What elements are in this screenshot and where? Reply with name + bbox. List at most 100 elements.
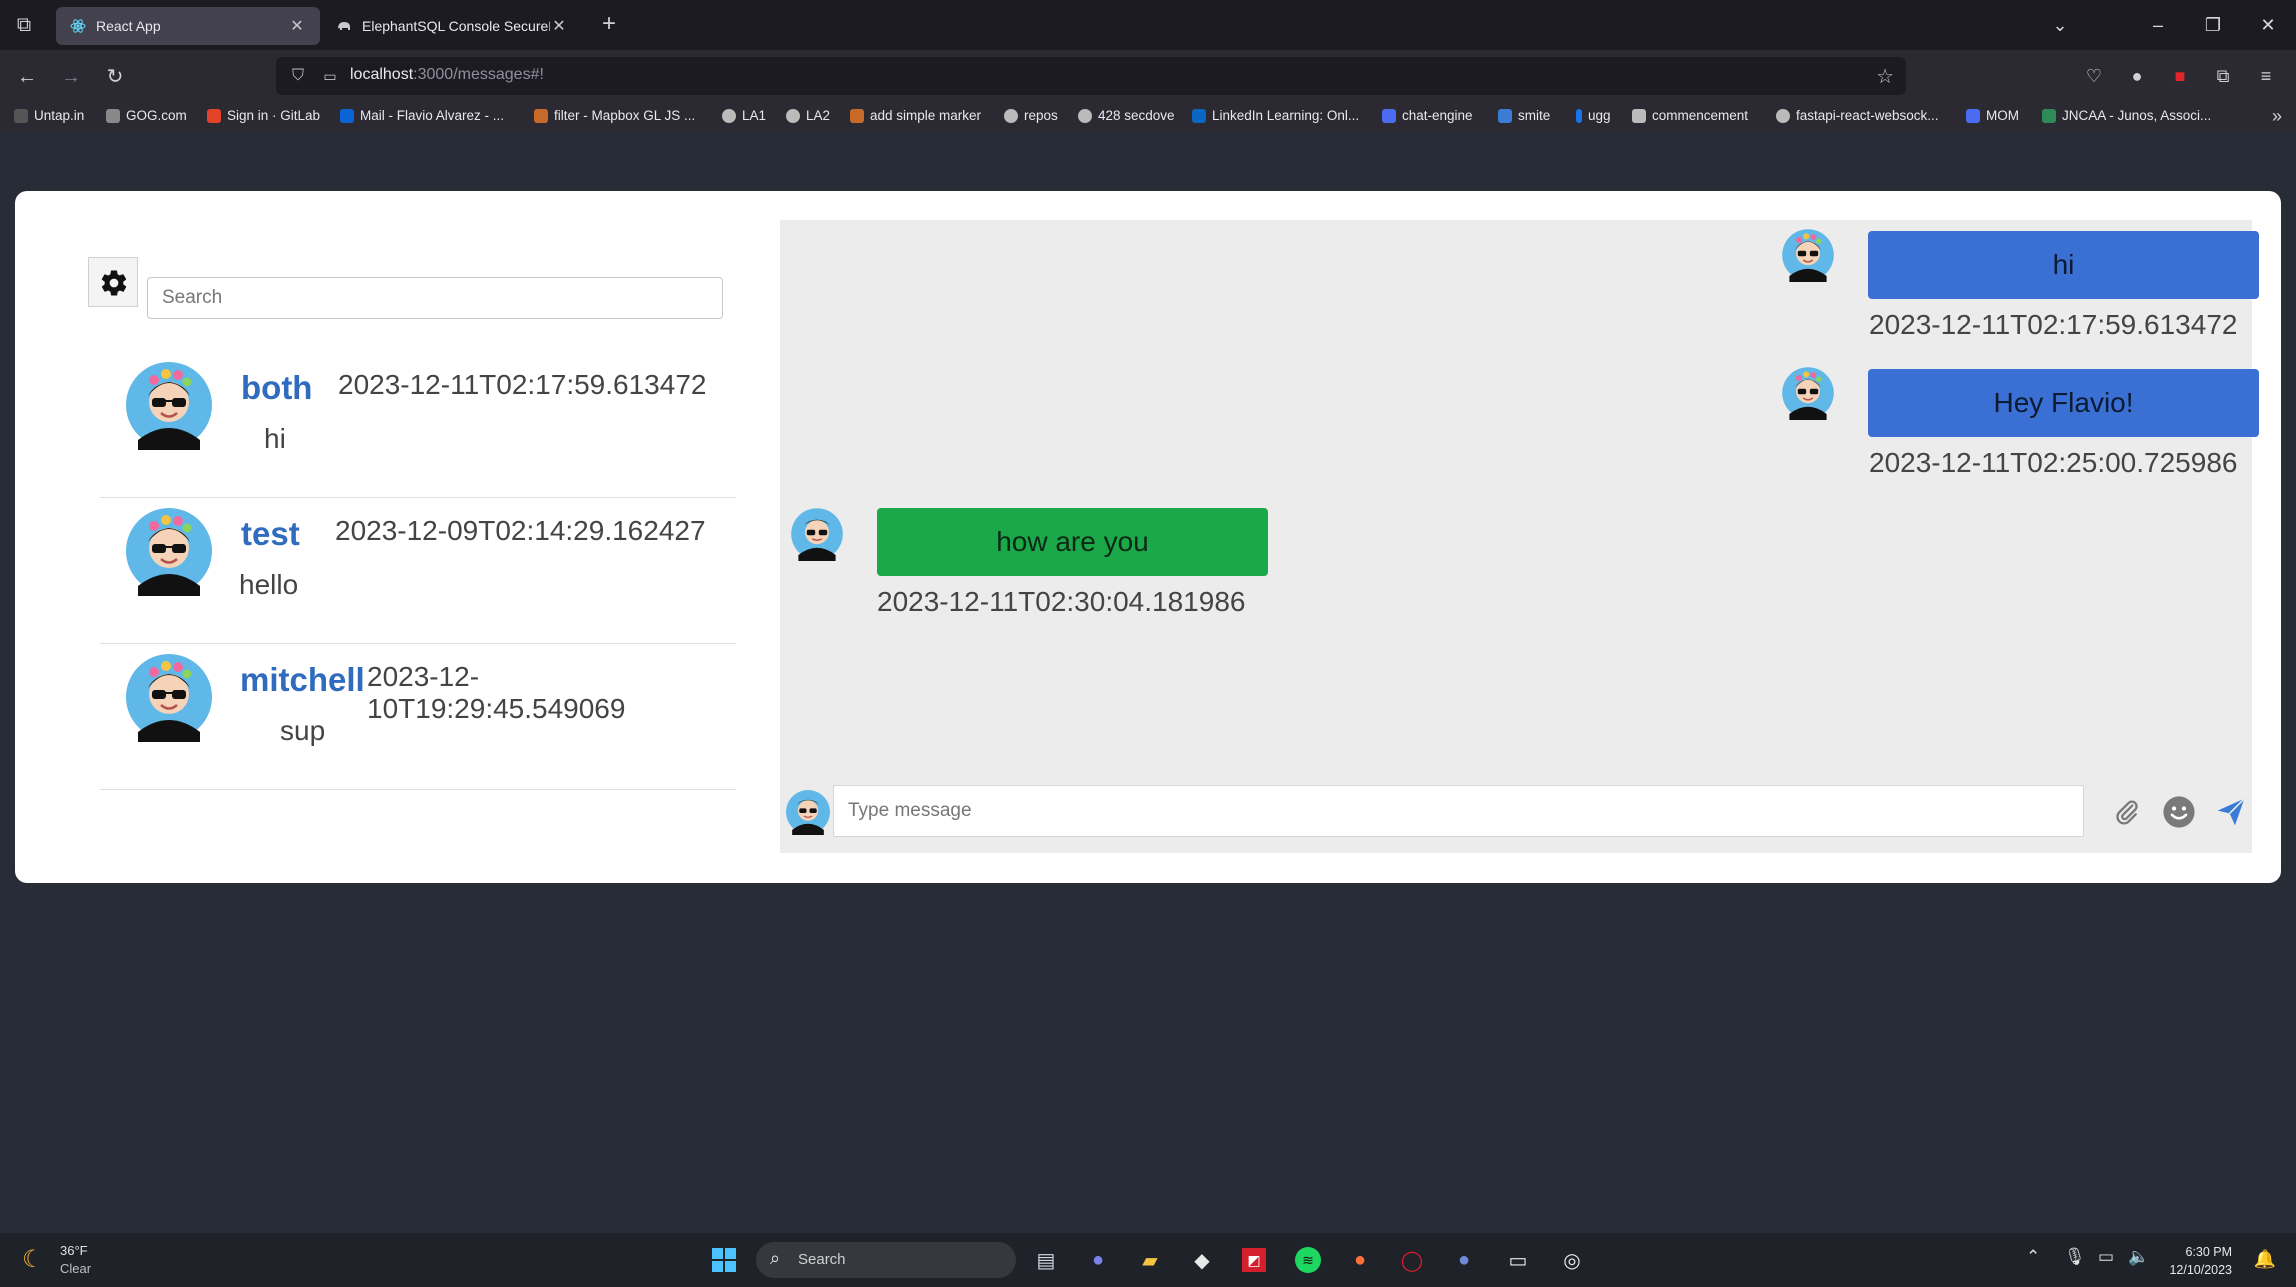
reload-icon[interactable]: ↻ <box>102 64 128 90</box>
message-time: 2023-12-11T02:25:00.725986 <box>1869 447 2238 478</box>
bookmark-label: Untap.in <box>34 108 85 123</box>
conversation-name[interactable]: mitchell <box>240 661 365 699</box>
bookmark-label: LA1 <box>742 108 767 123</box>
chevron-double-right-icon[interactable]: » <box>2272 106 2282 127</box>
restore-icon[interactable]: ❐ <box>2193 10 2233 40</box>
conversation-preview: hi <box>264 423 286 454</box>
settings-button[interactable] <box>88 257 138 307</box>
attach-button[interactable] <box>2108 793 2146 831</box>
navigation-bar: ← → ↻ ⛉ ▭ localhost:3000/messages#! ☆ ♡ … <box>0 50 2296 102</box>
browser-tab-bar: ⧉ React App ✕ ElephantSQL Console Secure… <box>0 0 2296 50</box>
amd-icon[interactable]: ◩ <box>1238 1244 1270 1276</box>
message-input[interactable] <box>833 785 2084 837</box>
moon-icon[interactable]: ☾ <box>22 1245 44 1274</box>
bookmark-star-icon[interactable]: ☆ <box>1876 64 1894 89</box>
bookmark-item[interactable]: chat-engine <box>1382 108 1473 123</box>
back-icon[interactable]: ← <box>14 64 40 90</box>
new-tab-icon[interactable]: + <box>602 12 616 36</box>
chevron-up-icon[interactable]: ⌃ <box>2026 1247 2040 1267</box>
address-bar[interactable]: ⛉ ▭ localhost:3000/messages#! ☆ <box>276 57 1906 95</box>
task-view-icon[interactable]: ▤ <box>1030 1244 1062 1276</box>
shield-icon[interactable]: ⛉ <box>288 66 308 86</box>
bookmark-label: LA2 <box>806 108 831 123</box>
avatar <box>126 508 212 596</box>
bookmark-item[interactable]: smite <box>1498 108 1550 123</box>
account-icon[interactable]: ● <box>2123 62 2151 90</box>
message-bubble[interactable]: how are you <box>877 508 1268 576</box>
tab-title: ElephantSQL Console SecureDc <box>362 18 550 34</box>
bookmark-label: Sign in · GitLab <box>227 108 321 123</box>
bookmark-item[interactable]: Sign in · GitLab <box>207 108 320 123</box>
clock-time[interactable]: 6:30 PM <box>2185 1245 2232 1259</box>
file-explorer-icon[interactable]: ▰ <box>1134 1244 1166 1276</box>
forward-icon[interactable]: → <box>58 64 84 90</box>
tab-elephantsql[interactable]: ElephantSQL Console SecureDc ✕ <box>322 7 582 45</box>
chat-panel: hi 2023-12-11T02:17:59.613472 Hey Flavio… <box>780 220 2259 853</box>
url-text[interactable]: localhost:3000/messages#! <box>350 66 544 84</box>
conversation-time: 2023-12-10T19:29:45.549069 <box>367 661 626 724</box>
bookmark-label: repos <box>1024 108 1058 123</box>
bookmark-label: 428 secdove <box>1098 108 1175 123</box>
bookmark-item[interactable]: MOM <box>1966 108 2019 123</box>
bookmark-item[interactable]: ugg <box>1576 108 1611 123</box>
close-icon[interactable]: ✕ <box>550 16 568 36</box>
bookmark-label: GOG.com <box>126 108 187 123</box>
bookmark-item[interactable]: repos <box>1004 108 1058 123</box>
notification-bell-icon[interactable]: 🔔 <box>2254 1249 2276 1270</box>
page-icon[interactable]: ▭ <box>320 66 340 86</box>
bookmark-item[interactable]: fastapi-react-websock... <box>1776 108 1939 123</box>
microphone-icon[interactable]: 🎙 <box>2064 1247 2086 1267</box>
weather-desc[interactable]: Clear <box>60 1261 91 1276</box>
bookmark-item[interactable]: add simple marker <box>850 108 981 123</box>
extension-record-icon[interactable]: ■ <box>2166 62 2194 90</box>
windows-start-icon[interactable] <box>708 1244 740 1276</box>
url-path: :3000/messages#! <box>413 66 544 83</box>
conversation-name[interactable]: test <box>241 515 300 553</box>
search-input[interactable] <box>147 277 723 319</box>
speaker-icon[interactable]: 🔈 <box>2128 1247 2149 1267</box>
bookmark-item[interactable]: LA2 <box>786 108 830 123</box>
menu-icon[interactable]: ≡ <box>2252 62 2280 90</box>
app-icon[interactable]: ◎ <box>1556 1244 1588 1276</box>
bookmark-item[interactable]: filter - Mapbox GL JS ... <box>534 108 695 123</box>
spotify-icon[interactable]: ≋ <box>1292 1244 1324 1276</box>
bookmark-item[interactable]: Untap.in <box>14 108 84 123</box>
bookmark-item[interactable]: Mail - Flavio Alvarez - ... <box>340 108 504 123</box>
minimize-icon[interactable]: – <box>2138 10 2178 40</box>
conversation-preview: hello <box>239 569 299 600</box>
bookmark-item[interactable]: JNCAA - Junos, Associ... <box>2042 108 2211 123</box>
clock-date[interactable]: 12/10/2023 <box>2169 1263 2232 1277</box>
taskbar-search[interactable]: ⌕ Search <box>756 1242 1016 1278</box>
chevron-down-icon[interactable]: ⌄ <box>2040 10 2080 40</box>
emoji-button[interactable] <box>2160 793 2198 831</box>
tab-title: React App <box>96 18 161 34</box>
opera-icon[interactable]: ◯ <box>1396 1244 1428 1276</box>
conversation-item-mitchell[interactable]: mitchell 2023-12-10T19:29:45.549069 sup <box>100 644 736 790</box>
bookmark-item[interactable]: 428 secdove <box>1078 108 1175 123</box>
message-bubble[interactable]: Hey Flavio! <box>1868 369 2259 437</box>
conversation-name[interactable]: both <box>241 369 312 407</box>
bookmark-label: fastapi-react-websock... <box>1796 108 1939 123</box>
network-icon[interactable]: ▭ <box>2098 1247 2114 1267</box>
bookmark-item[interactable]: GOG.com <box>106 108 187 123</box>
pocket-icon[interactable]: ♡ <box>2080 62 2108 90</box>
tab-list-icon[interactable]: ⧉ <box>12 13 36 37</box>
bookmark-item[interactable]: LinkedIn Learning: Onl... <box>1192 108 1359 123</box>
close-icon[interactable]: ✕ <box>288 16 306 36</box>
terminal-icon[interactable]: ▭ <box>1502 1244 1534 1276</box>
message-bubble[interactable]: hi <box>1868 231 2259 299</box>
bookmark-item[interactable]: commencement <box>1632 108 1748 123</box>
avatar <box>1782 229 1834 282</box>
bookmark-item[interactable]: LA1 <box>722 108 766 123</box>
discord-icon[interactable]: ● <box>1448 1244 1480 1276</box>
weather-temp[interactable]: 36°F <box>60 1243 88 1258</box>
firefox-icon[interactable]: ● <box>1344 1244 1376 1276</box>
close-window-icon[interactable]: ✕ <box>2248 10 2288 40</box>
send-button[interactable] <box>2212 793 2250 831</box>
alienware-icon[interactable]: ◆ <box>1186 1244 1218 1276</box>
extensions-icon[interactable]: ⧉ <box>2209 62 2237 90</box>
conversation-item-both[interactable]: both 2023-12-11T02:17:59.613472 hi <box>100 352 736 498</box>
conversation-item-test[interactable]: test 2023-12-09T02:14:29.162427 hello <box>100 498 736 644</box>
tab-react-app[interactable]: React App ✕ <box>56 7 320 45</box>
teams-icon[interactable]: ● <box>1082 1244 1114 1276</box>
